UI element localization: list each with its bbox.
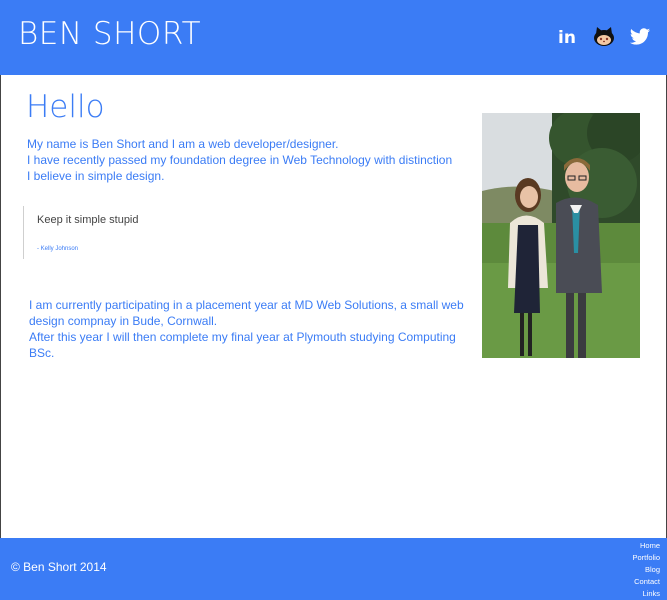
main-content: Hello My name is Ben Short and I am a we…: [0, 75, 667, 538]
social-links: in: [557, 26, 651, 48]
intro-line: I have recently passed my foundation deg…: [27, 153, 453, 167]
twitter-icon[interactable]: [629, 26, 651, 48]
footer-link-links[interactable]: Links: [632, 588, 660, 600]
footer-link-contact[interactable]: Contact: [632, 576, 660, 588]
linkedin-icon[interactable]: in: [557, 26, 579, 48]
site-title[interactable]: BEN SHORT: [18, 16, 201, 52]
intro-line: I believe in simple design.: [27, 169, 165, 183]
copyright: © Ben Short 2014: [11, 560, 107, 574]
github-icon[interactable]: [593, 26, 615, 48]
profile-photo: [482, 113, 640, 358]
site-header: BEN SHORT in: [0, 0, 667, 75]
placement-text: I am currently participating in a placem…: [29, 297, 469, 361]
footer-link-home[interactable]: Home: [632, 540, 660, 552]
site-footer: © Ben Short 2014 Home Portfolio Blog Con…: [0, 538, 667, 600]
svg-text:in: in: [558, 28, 576, 48]
quote-author: - Kelly Johnson: [37, 246, 79, 252]
page-heading: Hello: [26, 89, 105, 125]
md-web-solutions-link[interactable]: MD Web Solutions: [294, 298, 393, 312]
footer-link-portfolio[interactable]: Portfolio: [632, 552, 660, 564]
intro-line: My name is Ben Short and I am a web deve…: [27, 137, 339, 151]
footer-nav: Home Portfolio Blog Contact Links: [632, 540, 660, 600]
quote-text: Keep it simple stupid: [37, 214, 139, 226]
placement-line-2: After this year I will then complete my …: [29, 330, 456, 360]
footer-link-blog[interactable]: Blog: [632, 564, 660, 576]
placement-text-start: I am currently participating in a placem…: [29, 298, 295, 312]
intro-text: My name is Ben Short and I am a web deve…: [27, 136, 467, 184]
blockquote: Keep it simple stupid - Kelly Johnson: [23, 206, 273, 259]
